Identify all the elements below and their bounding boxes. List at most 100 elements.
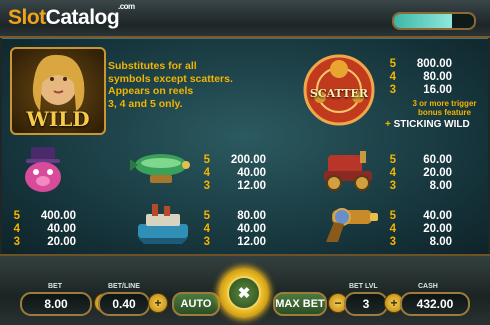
betline-display: 0.40: [98, 292, 150, 316]
payout-row: 5 60.00: [388, 154, 452, 167]
payout-value: 12.00: [237, 236, 266, 248]
wild-description-line: symbols except scatters.: [108, 72, 233, 85]
cash-display: 432.00: [400, 292, 470, 316]
scatter-payouts: 5 800.00 4 80.00 3 16.00: [388, 58, 452, 97]
payout-row: 3 8.00: [388, 236, 452, 249]
payout-count: 4: [389, 223, 396, 235]
payout-row: 3 20.00: [12, 236, 76, 249]
payout-count: 4: [389, 167, 396, 179]
payout-value: 12.00: [237, 180, 266, 192]
scatter-bonus-note: 3 or more trigger bonus feature: [397, 99, 490, 117]
bet-level-display: 3: [344, 292, 388, 316]
airship-payouts: 5 200.00 4 40.00 3 12.00: [202, 154, 266, 193]
spin-icon: ✖: [227, 276, 261, 310]
scatter-note-line: bonus feature: [418, 108, 471, 117]
steamboat-icon: [138, 204, 188, 244]
logo-com-text: .com: [118, 2, 135, 11]
scatter-symbol: SCATTER: [300, 45, 378, 131]
payout-count: 5: [203, 210, 210, 222]
payout-count: 4: [389, 71, 396, 83]
feature-plus-sign: +: [385, 119, 391, 130]
payout-row: 4 20.00: [388, 167, 452, 180]
payout-value: 20.00: [423, 223, 452, 235]
payout-count: 5: [203, 154, 210, 166]
payout-value: 40.00: [237, 223, 266, 235]
payout-value: 80.00: [423, 71, 452, 83]
payout-count: 4: [203, 223, 210, 235]
payout-count: 3: [389, 180, 396, 192]
villain-pig-icon: [25, 147, 61, 192]
payout-count: 5: [389, 154, 396, 166]
payout-count: 3: [389, 84, 396, 96]
payout-value: 40.00: [237, 167, 266, 179]
payout-row: 3 12.00: [202, 180, 266, 193]
progress-meter-fill: [394, 14, 452, 28]
bet-display[interactable]: 8.00: [20, 292, 92, 316]
sticking-wild-feature: + STICKING WILD: [385, 119, 470, 130]
payout-count: 4: [13, 223, 20, 235]
spin-button[interactable]: ✖: [219, 268, 269, 318]
payout-value: 20.00: [423, 167, 452, 179]
payout-count: 3: [203, 236, 210, 248]
payout-count: 5: [13, 210, 20, 222]
wild-description-line: Appears on reels: [108, 85, 194, 97]
payout-row: 3 12.00: [202, 236, 266, 249]
bet-level-label: BET LVL: [349, 283, 378, 290]
payout-count: 4: [203, 167, 210, 179]
scatter-symbol-text: SCATTER: [309, 87, 369, 100]
payout-value: 800.00: [416, 58, 452, 70]
wild-description-line: Substitutes for all: [108, 60, 197, 72]
airship-symbol: [126, 149, 196, 191]
payout-row: 4 40.00: [202, 167, 266, 180]
betline-label: BET/LINE: [108, 283, 140, 290]
gun-symbol: [318, 200, 380, 248]
scatter-note-line: 3 or more trigger: [412, 99, 477, 108]
payout-row: 5 200.00: [202, 154, 266, 167]
payout-value: 200.00: [230, 154, 266, 166]
payout-value: 16.00: [423, 84, 452, 96]
auto-button[interactable]: AUTO: [172, 292, 220, 316]
gun-payouts: 5 40.00 4 20.00 3 8.00: [388, 210, 452, 249]
payout-row: 4 40.00: [12, 223, 76, 236]
payout-value: 40.00: [423, 210, 452, 222]
payout-row: 5 400.00: [12, 210, 76, 223]
payout-value: 8.00: [429, 236, 452, 248]
payout-row: 4 40.00: [202, 223, 266, 236]
top-bar: SlotCatalog .com: [0, 0, 490, 38]
wild-symbol-text: WILD: [26, 107, 90, 131]
villain-symbol: [18, 147, 68, 193]
payout-value: 80.00: [237, 210, 266, 222]
wild-description-line: 3, 4 and 5 only.: [108, 97, 183, 110]
logo-catalog-text: Catalog: [45, 6, 120, 29]
boat-payouts: 5 80.00 4 40.00 3 12.00: [202, 210, 266, 249]
car-payouts: 5 60.00 4 20.00 3 8.00: [388, 154, 452, 193]
ray-gun-icon: [326, 208, 378, 242]
airship-icon: [130, 154, 190, 183]
boat-symbol: [132, 202, 194, 248]
payout-value: 400.00: [40, 210, 76, 222]
payout-count: 5: [389, 210, 396, 222]
bet-label: BET: [48, 283, 62, 290]
steam-car-icon: [324, 151, 372, 191]
payout-count: 5: [389, 58, 396, 70]
feature-name: STICKING WILD: [393, 119, 470, 130]
payout-value: 40.00: [47, 223, 76, 235]
payout-row: 5 80.00: [202, 210, 266, 223]
payout-row: 4 80.00: [388, 71, 452, 84]
payout-row: 3 8.00: [388, 180, 452, 193]
betline-increase-button[interactable]: +: [148, 293, 168, 313]
payout-row: 3 16.00: [388, 84, 452, 97]
payout-count: 3: [13, 236, 20, 248]
payout-count: 3: [203, 180, 210, 192]
payout-count: 3: [389, 236, 396, 248]
paytable-panel: WILD Substitutes for all symbols except …: [2, 38, 488, 256]
payout-value: 20.00: [47, 236, 76, 248]
wild-description: Substitutes for all symbols except scatt…: [108, 60, 268, 110]
cash-label: CASH: [418, 283, 438, 290]
progress-meter: [392, 12, 476, 30]
max-bet-button[interactable]: MAX BET: [273, 292, 327, 316]
payout-value: 8.00: [429, 180, 452, 192]
car-symbol: [320, 147, 376, 193]
villain-payouts: 5 400.00 4 40.00 3 20.00: [12, 210, 76, 249]
site-logo: SlotCatalog .com: [8, 2, 135, 30]
